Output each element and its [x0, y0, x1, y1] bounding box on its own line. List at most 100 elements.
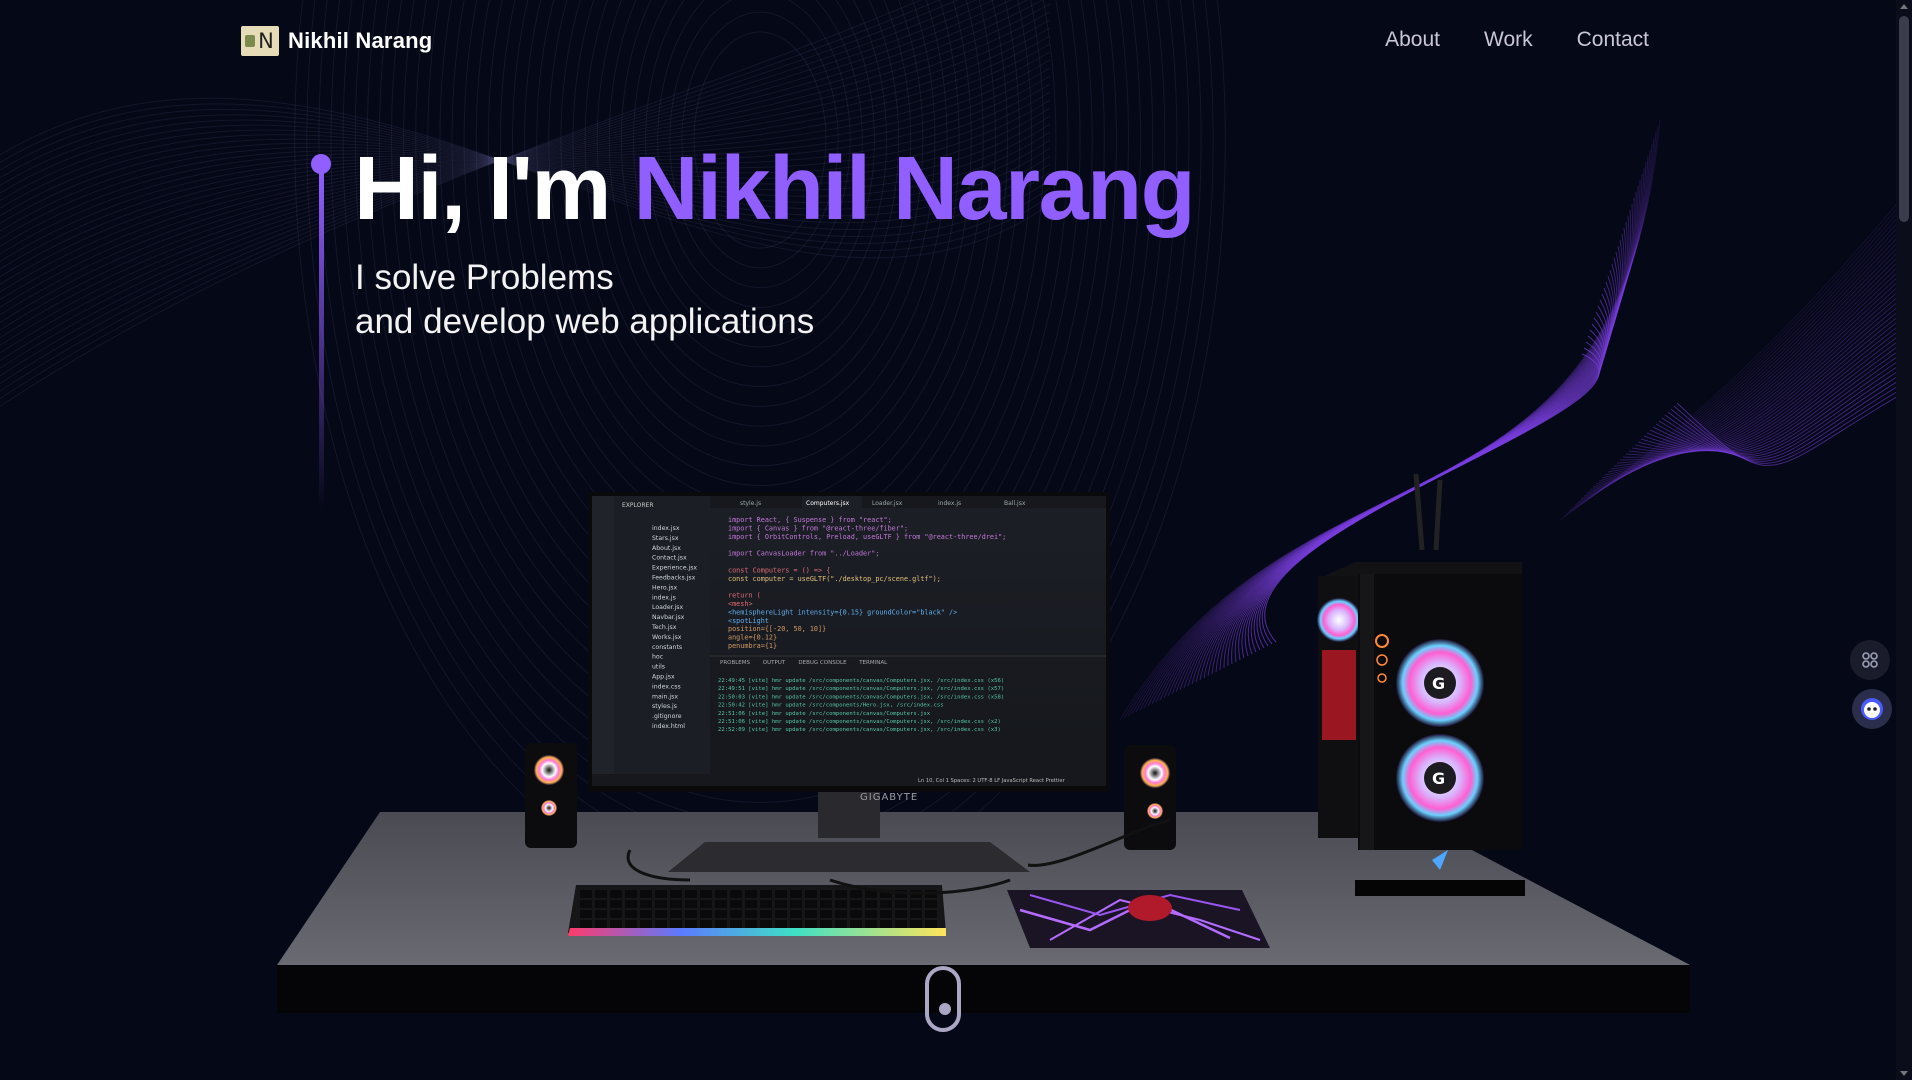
nav-link-work[interactable]: Work	[1484, 28, 1533, 52]
explorer-file: Loader.jsx	[652, 604, 684, 611]
key	[655, 920, 667, 928]
explorer-file: Works.jsx	[652, 634, 682, 641]
desktop-pc-3d-canvas[interactable]: EXPLORER index.jsx Stars.jsx About.jsx Cont…	[270, 470, 1710, 1030]
explorer-file: index.css	[652, 683, 681, 690]
scroll-up-arrow-icon[interactable]	[1900, 4, 1908, 9]
code-line: <hemisphereLight intensity={0.15} ground…	[728, 608, 957, 616]
panel-tab: TERMINAL	[858, 660, 888, 666]
nav-link-about[interactable]: About	[1385, 28, 1440, 52]
terminal-line: 22:52:09 [vite] hmr update /src/componen…	[718, 727, 1001, 733]
page-scrollbar[interactable]	[1896, 0, 1912, 1080]
key	[625, 910, 637, 918]
key	[595, 920, 607, 928]
panel-tab: OUTPUT	[763, 660, 786, 666]
key	[685, 900, 697, 908]
key	[835, 900, 847, 908]
key	[880, 910, 892, 918]
key	[910, 910, 922, 918]
terminal-line: 22:51:06 [vite] hmr update /src/componen…	[718, 719, 1001, 725]
monitor: EXPLORER index.jsx Stars.jsx About.jsx Cont…	[588, 492, 1110, 803]
key	[835, 920, 847, 928]
logo-image: N	[241, 26, 279, 56]
editor-tab: Computers.jsx	[806, 500, 850, 507]
key	[910, 900, 922, 908]
key	[805, 920, 817, 928]
code-line: import CanvasLoader from "../Loader";	[728, 550, 879, 558]
key	[895, 900, 907, 908]
key	[610, 900, 622, 908]
key	[820, 910, 832, 918]
key	[865, 900, 877, 908]
key	[610, 910, 622, 918]
key	[880, 900, 892, 908]
explorer-file: index.html	[652, 723, 685, 730]
explorer-file: App.jsx	[652, 674, 675, 681]
hero-tagline-line2: and develop web applications	[355, 302, 815, 341]
key	[670, 910, 682, 918]
explorer-file: constants	[652, 644, 682, 651]
key	[670, 900, 682, 908]
key	[715, 890, 727, 898]
key	[790, 920, 802, 928]
key	[880, 920, 892, 928]
scrollbar-thumb[interactable]	[1899, 16, 1909, 222]
editor-tab: style.js	[740, 500, 761, 507]
desk-front	[277, 965, 1690, 1013]
key	[790, 910, 802, 918]
key	[580, 900, 592, 908]
key	[670, 890, 682, 898]
key	[700, 890, 712, 898]
key	[700, 900, 712, 908]
key	[925, 920, 937, 928]
key	[625, 890, 637, 898]
grid-icon[interactable]	[1850, 640, 1890, 680]
explorer-file: Experience.jsx	[652, 565, 697, 572]
key	[745, 890, 757, 898]
hero-title: Hi, I'm Nikhil Narang	[354, 142, 1196, 237]
code-line: const computer = useGLTF("./desktop_pc/s…	[728, 575, 941, 583]
key	[760, 910, 772, 918]
code-line: <spotLight	[728, 617, 769, 625]
editor-tab: index.js	[938, 500, 961, 507]
key	[685, 920, 697, 928]
editor-tab: Ball.jsx	[1004, 500, 1026, 507]
key	[655, 900, 667, 908]
logo-initial: N	[258, 29, 274, 53]
key	[640, 910, 652, 918]
scroll-down-indicator[interactable]	[925, 966, 961, 1032]
key	[850, 890, 862, 898]
key	[610, 890, 622, 898]
panel-tab: PROBLEMS	[720, 660, 751, 666]
key	[745, 900, 757, 908]
explorer-file: Hero.jsx	[652, 584, 677, 591]
key	[925, 900, 937, 908]
key	[655, 890, 667, 898]
key	[925, 910, 937, 918]
key	[790, 900, 802, 908]
nav-link-contact[interactable]: Contact	[1577, 28, 1649, 52]
key	[820, 920, 832, 928]
editor-tab: Loader.jsx	[872, 500, 903, 507]
terminal-line: 22:50:42 [vite] hmr update /src/componen…	[718, 703, 944, 709]
panel-tab: DEBUG CONSOLE	[798, 660, 847, 666]
explorer-file: Stars.jsx	[652, 535, 679, 542]
key	[805, 900, 817, 908]
pc-case: G G	[1317, 473, 1525, 896]
key	[745, 910, 757, 918]
mouse	[1128, 895, 1172, 921]
status-bar-text: Ln 10, Col 1 Spaces: 2 UTF-8 LF JavaScri…	[918, 778, 1066, 784]
key	[730, 920, 742, 928]
key	[760, 920, 772, 928]
key	[625, 900, 637, 908]
top-navbar: N Nikhil Narang About Work Contact	[0, 0, 1896, 82]
explorer-title: EXPLORER	[622, 502, 654, 509]
code-line: const Computers = () => {	[728, 566, 830, 574]
terminal-line: 22:51:06 [vite] hmr update /src/componen…	[718, 711, 931, 717]
bot-icon[interactable]	[1852, 689, 1892, 729]
key	[670, 920, 682, 928]
logo-link[interactable]: N Nikhil Narang	[241, 26, 432, 56]
code-line: angle={0.12}	[728, 634, 777, 642]
key	[700, 920, 712, 928]
key	[580, 890, 592, 898]
scroll-down-arrow-icon[interactable]	[1900, 1071, 1908, 1076]
